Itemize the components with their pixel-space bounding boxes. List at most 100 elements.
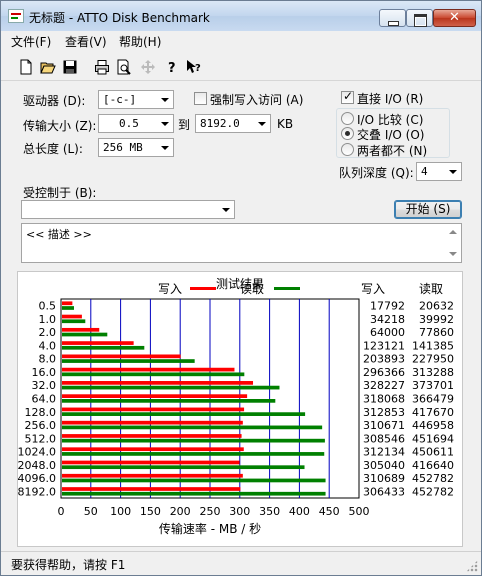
transfer-to-select[interactable]: 8192.0 xyxy=(195,114,271,133)
print-preview-icon[interactable] xyxy=(115,58,133,76)
x-tick-label: 100 xyxy=(110,505,131,518)
save-icon[interactable] xyxy=(61,58,79,76)
force-write-checkbox[interactable] xyxy=(194,92,207,105)
x-tick-label: 200 xyxy=(170,505,191,518)
bar-write xyxy=(62,394,248,398)
total-length-select[interactable]: 256 MB xyxy=(98,138,174,157)
controlled-by-label: 受控制于 (B): xyxy=(23,186,97,200)
x-tick-label: 500 xyxy=(349,505,370,518)
close-button[interactable] xyxy=(433,9,476,27)
move-icon[interactable] xyxy=(139,58,157,76)
app-icon[interactable] xyxy=(8,9,24,23)
toolbar: ? ? xyxy=(1,51,481,81)
table-read-value: 313288 xyxy=(412,366,454,379)
legend-write-swatch xyxy=(190,287,216,290)
overlap-io-radio[interactable] xyxy=(341,127,354,140)
controlled-by-select[interactable] xyxy=(21,200,235,219)
bar-read xyxy=(62,359,195,363)
open-icon[interactable] xyxy=(39,58,57,76)
y-tick-label: 256.0 xyxy=(25,419,57,432)
y-tick-label: 1.0 xyxy=(39,313,57,326)
menu-view[interactable]: 查看(V) xyxy=(63,33,109,50)
y-tick-label: 32.0 xyxy=(32,379,57,392)
maximize-button[interactable] xyxy=(406,9,433,27)
y-tick-label: 2.0 xyxy=(39,326,57,339)
start-button[interactable]: 开始 (S) xyxy=(394,200,462,219)
bar-read xyxy=(62,385,280,390)
scroll-up-icon[interactable] xyxy=(449,230,457,234)
bar-write xyxy=(62,434,242,438)
bar-write xyxy=(62,327,100,332)
table-write-value: 308546 xyxy=(363,432,405,445)
y-tick-label: 512.0 xyxy=(25,432,57,445)
y-tick-label: 8192.0 xyxy=(18,485,56,498)
bar-read xyxy=(62,465,305,470)
help-icon[interactable]: ? xyxy=(163,58,181,76)
chevron-down-icon xyxy=(157,91,173,108)
table-write-value: 203893 xyxy=(363,353,405,366)
table-read-value: 141385 xyxy=(412,339,454,352)
description-box[interactable]: << 描述 >> xyxy=(21,223,462,263)
y-tick-label: 64.0 xyxy=(32,393,57,406)
bar-write xyxy=(62,447,244,452)
x-tick-label: 250 xyxy=(200,505,221,518)
description-text: << 描述 >> xyxy=(26,228,92,241)
new-icon[interactable] xyxy=(17,58,35,76)
chevron-down-icon xyxy=(254,115,270,132)
svg-text:?: ? xyxy=(195,63,201,74)
direct-io-checkbox[interactable] xyxy=(341,89,354,104)
x-tick-label: 50 xyxy=(84,505,98,518)
results-chart-panel: 测试结果 写入 读取 写入 读取 0 50 100 150 200 250 300 350 400 450 5… xyxy=(17,271,463,547)
title-bar[interactable]: 无标题 - ATTO Disk Benchmark xyxy=(1,1,481,31)
queue-depth-select[interactable]: 4 xyxy=(416,162,462,181)
table-write-value: 318068 xyxy=(363,393,405,406)
table-read-value: 77860 xyxy=(419,326,454,339)
menu-bar: 文件(F) 查看(V) 帮助(H) xyxy=(1,31,481,51)
bar-write xyxy=(62,354,181,359)
io-compare-radio[interactable] xyxy=(341,112,354,125)
y-tick-label: 0.5 xyxy=(39,300,57,313)
y-tick-label: 16.0 xyxy=(32,366,57,379)
scroll-down-icon[interactable] xyxy=(449,252,457,256)
table-write-value: 306433 xyxy=(363,485,405,498)
y-tick-label: 128.0 xyxy=(25,406,57,419)
legend-read-swatch xyxy=(274,287,300,290)
drive-select[interactable]: [-c-] xyxy=(98,90,174,109)
bar-read xyxy=(62,332,108,337)
x-tick-label: 0 xyxy=(58,505,65,518)
table-write-value: 34218 xyxy=(370,313,405,326)
bar-read xyxy=(62,306,74,310)
chevron-down-icon xyxy=(218,201,234,218)
y-tick-label: 4.0 xyxy=(39,339,57,352)
table-read-value: 452782 xyxy=(412,472,454,485)
table-write-value: 123121 xyxy=(363,339,405,352)
bar-write xyxy=(62,367,235,372)
minimize-button[interactable] xyxy=(379,9,406,27)
kb-label: KB xyxy=(277,117,294,131)
menu-help[interactable]: 帮助(H) xyxy=(117,33,163,50)
y-tick-label: 4096.0 xyxy=(18,472,56,485)
menu-file[interactable]: 文件(F) xyxy=(9,33,53,50)
neither-label: 两者都不 (N) xyxy=(357,144,428,158)
table-read-value: 366479 xyxy=(412,393,454,406)
overlap-io-label: 交叠 I/O (O) xyxy=(357,128,425,142)
transfer-from-select[interactable]: 0.5 xyxy=(98,114,174,133)
legend-read-label: 读取 xyxy=(240,282,264,296)
bar-write xyxy=(62,473,243,478)
neither-radio[interactable] xyxy=(341,143,354,156)
x-tick-label: 350 xyxy=(259,505,280,518)
context-help-icon[interactable]: ? xyxy=(185,58,203,76)
chevron-down-icon xyxy=(445,163,461,180)
table-read-value: 417670 xyxy=(412,406,454,419)
bar-read xyxy=(62,345,145,350)
resize-grip-icon[interactable] xyxy=(466,560,478,572)
table-write-value: 312134 xyxy=(363,446,405,459)
table-read-value: 373701 xyxy=(412,379,454,392)
bar-write xyxy=(62,420,243,425)
print-icon[interactable] xyxy=(93,58,111,76)
table-write-value: 312853 xyxy=(363,406,405,419)
chevron-down-icon xyxy=(157,115,173,132)
force-write-label: 强制写入访问 (A) xyxy=(210,93,304,107)
bar-write xyxy=(62,407,245,412)
bar-write xyxy=(62,381,254,385)
